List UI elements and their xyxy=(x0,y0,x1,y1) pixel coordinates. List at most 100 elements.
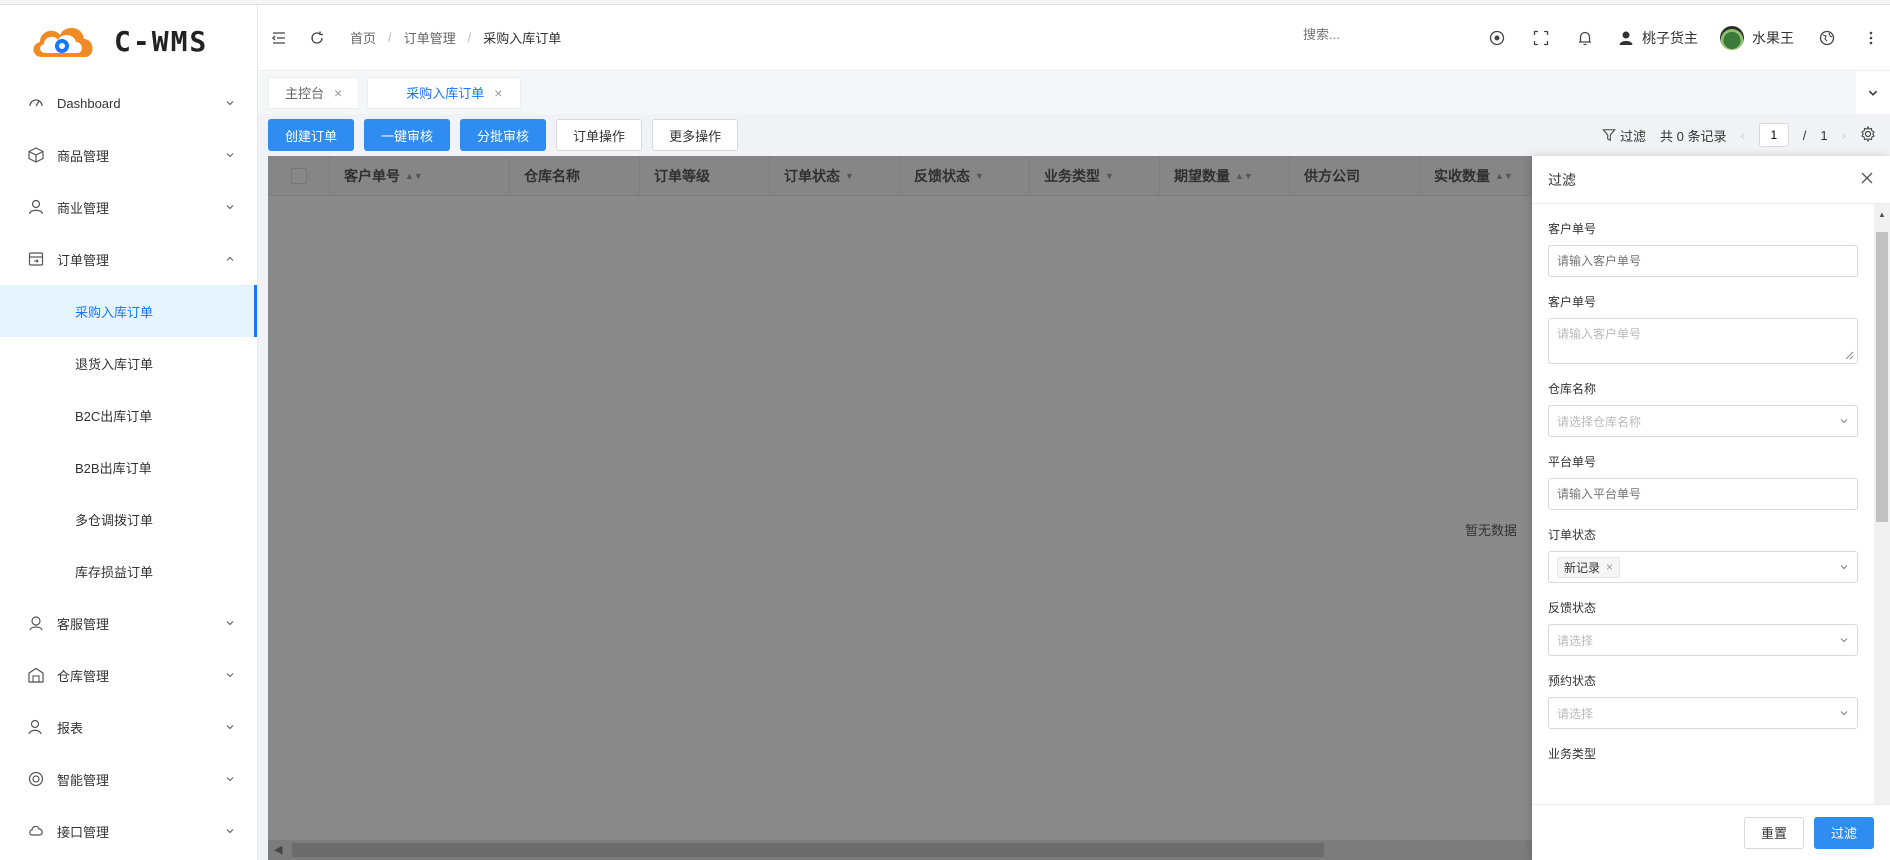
search-input[interactable] xyxy=(1303,27,1423,42)
sidebar-subitem-transfer[interactable]: 多仓调拨订单 xyxy=(0,493,257,545)
logo[interactable]: C-WMS xyxy=(0,5,257,77)
resize-handle-icon[interactable] xyxy=(1844,350,1854,360)
sidebar-item-products[interactable]: 商品管理 xyxy=(0,129,257,181)
column-header[interactable]: 业务类型 ▼ xyxy=(1030,156,1160,196)
scroll-up-icon[interactable]: ▲ xyxy=(1878,210,1886,219)
user-account-menu[interactable]: 水果王 xyxy=(1720,26,1794,50)
chevron-down-icon xyxy=(226,153,234,158)
sidebar-item-warehouse[interactable]: 仓库管理 xyxy=(0,649,257,701)
reset-button[interactable]: 重置 xyxy=(1743,816,1804,849)
filter-icon[interactable]: ▼ xyxy=(845,171,854,181)
horizontal-scrollbar[interactable]: ◀ xyxy=(268,840,1532,860)
feedback-status-select[interactable]: 请选择 xyxy=(1548,624,1858,656)
refresh-icon[interactable] xyxy=(306,27,328,49)
scroll-left-icon[interactable]: ◀ xyxy=(274,843,282,856)
create-order-button[interactable]: 创建订单 xyxy=(268,119,355,151)
tabs-dropdown[interactable] xyxy=(1856,71,1890,114)
next-page-icon[interactable]: › xyxy=(1842,128,1846,143)
close-icon[interactable]: × xyxy=(334,85,342,101)
record-icon[interactable] xyxy=(1486,27,1508,49)
sidebar-item-customer-service[interactable]: 客服管理 xyxy=(0,597,257,649)
tab-purchase-inbound[interactable]: 采购入库订单 × xyxy=(367,76,522,109)
sidebar-item-dashboard[interactable]: Dashboard xyxy=(0,77,257,129)
tag-close-icon[interactable]: × xyxy=(1606,560,1613,574)
batch-audit-button[interactable]: 分批审核 xyxy=(460,119,547,151)
tabs-bar: 主控台 × 采购入库订单 × xyxy=(258,71,1890,114)
sort-icon[interactable]: ▲▼ xyxy=(1235,171,1253,181)
breadcrumb-orders[interactable]: 订单管理 xyxy=(404,28,456,47)
settings-gear-icon[interactable] xyxy=(1860,125,1876,145)
column-header[interactable]: 仓库名称 xyxy=(510,156,640,196)
filter-icon[interactable]: ▼ xyxy=(975,171,984,181)
table-header: 客户单号 ▲▼ 仓库名称 订单等级 订单状态 ▼ 反馈状态 ▼ 业务类型 ▼ 期望数量 ▲… xyxy=(268,156,1532,196)
sidebar-item-orders[interactable]: 订单管理 xyxy=(0,233,257,285)
column-header[interactable]: 反馈状态 ▼ xyxy=(900,156,1030,196)
prev-page-icon[interactable]: ‹ xyxy=(1740,128,1744,143)
order-operations-button[interactable]: 订单操作 xyxy=(556,119,643,151)
filter-footer: 重置 过滤 xyxy=(1532,804,1890,860)
sidebar-subitem-b2c-outbound[interactable]: B2C出库订单 xyxy=(0,389,257,441)
top-header: 首页 / 订单管理 / 采购入库订单 桃子货主 水果王 xyxy=(258,5,1890,71)
scrollbar-thumb[interactable] xyxy=(1876,232,1888,522)
column-header[interactable]: 期望数量 ▲▼ xyxy=(1160,156,1290,196)
sidebar-subitem-purchase-inbound[interactable]: 采购入库订单 xyxy=(0,285,257,337)
customer-order-textarea[interactable]: 请输入客户单号 xyxy=(1548,318,1858,364)
user-role: 桃子货主 xyxy=(1642,30,1698,46)
column-header[interactable]: 供方公司 xyxy=(1290,156,1420,196)
sidebar-item-reports[interactable]: 报表 xyxy=(0,701,257,753)
sidebar-subitem-return-inbound[interactable]: 退货入库订单 xyxy=(0,337,257,389)
filter-toggle[interactable]: 过滤 xyxy=(1602,126,1646,145)
tab-label: 采购入库订单 xyxy=(406,86,485,101)
more-vertical-icon[interactable] xyxy=(1860,27,1882,49)
column-header[interactable]: 实收数量 ▲▼ xyxy=(1420,156,1532,196)
appointment-status-select[interactable]: 请选择 xyxy=(1548,697,1858,729)
filter-icon[interactable]: ▼ xyxy=(1105,171,1114,181)
user-role-menu[interactable]: 桃子货主 xyxy=(1618,28,1698,48)
warehouse-select[interactable]: 请选择仓库名称 xyxy=(1548,405,1858,437)
smart-icon xyxy=(27,770,45,788)
status-tag: 新记录 × xyxy=(1557,556,1621,578)
select-all-checkbox[interactable] xyxy=(290,167,307,184)
more-operations-button[interactable]: 更多操作 xyxy=(652,119,739,151)
breadcrumb-home[interactable]: 首页 xyxy=(350,28,376,47)
orders-table: 客户单号 ▲▼ 仓库名称 订单等级 订单状态 ▼ 反馈状态 ▼ 业务类型 ▼ 期望数量 ▲… xyxy=(268,156,1532,860)
tab-dashboard[interactable]: 主控台 × xyxy=(268,76,360,109)
cloud-logo-icon xyxy=(33,27,93,57)
empty-state-text: 暂无数据 xyxy=(1465,523,1518,538)
field-label: 客户单号 xyxy=(1548,295,1597,309)
chevron-down-icon xyxy=(1840,565,1848,570)
menu-fold-icon[interactable] xyxy=(268,27,290,49)
scrollbar-thumb[interactable] xyxy=(292,843,1324,857)
sidebar-item-smart[interactable]: 智能管理 xyxy=(0,753,257,805)
filter-title: 过滤 xyxy=(1548,171,1576,188)
sidebar-item-business[interactable]: 商业管理 xyxy=(0,181,257,233)
api-icon xyxy=(27,822,45,840)
close-icon[interactable] xyxy=(1860,171,1874,188)
sidebar-subitem-b2b-outbound[interactable]: B2B出库订单 xyxy=(0,441,257,493)
globe-icon[interactable] xyxy=(1816,27,1838,49)
close-icon[interactable]: × xyxy=(494,85,502,101)
field-label: 订单状态 xyxy=(1548,528,1597,542)
breadcrumb-current: 采购入库订单 xyxy=(483,31,562,46)
column-header[interactable]: 订单状态 ▼ xyxy=(770,156,900,196)
field-label: 平台单号 xyxy=(1548,455,1597,469)
page-separator: / xyxy=(1802,127,1807,143)
sidebar-item-api[interactable]: 接口管理 xyxy=(0,805,257,857)
bell-icon[interactable] xyxy=(1574,27,1596,49)
page-number-input[interactable] xyxy=(1758,123,1789,147)
order-status-select[interactable]: 新记录 × xyxy=(1548,551,1858,583)
breadcrumb: 首页 / 订单管理 / 采购入库订单 xyxy=(350,28,561,47)
sidebar-subitem-inventory-adjust[interactable]: 库存损益订单 xyxy=(0,545,257,597)
sort-icon[interactable]: ▲▼ xyxy=(405,171,423,181)
column-header[interactable]: 订单等级 xyxy=(640,156,770,196)
filter-scrollbar[interactable]: ▲ xyxy=(1874,204,1890,804)
fullscreen-icon[interactable] xyxy=(1530,27,1552,49)
sort-icon[interactable]: ▲▼ xyxy=(1495,171,1513,181)
column-header[interactable]: 客户单号 ▲▼ xyxy=(330,156,510,196)
one-click-audit-button[interactable]: 一键审核 xyxy=(364,119,451,151)
warehouse-icon xyxy=(27,666,45,684)
platform-order-input[interactable] xyxy=(1548,478,1858,510)
customer-order-input[interactable] xyxy=(1548,245,1858,277)
field-label: 仓库名称 xyxy=(1548,382,1597,396)
apply-filter-button[interactable]: 过滤 xyxy=(1813,816,1874,849)
